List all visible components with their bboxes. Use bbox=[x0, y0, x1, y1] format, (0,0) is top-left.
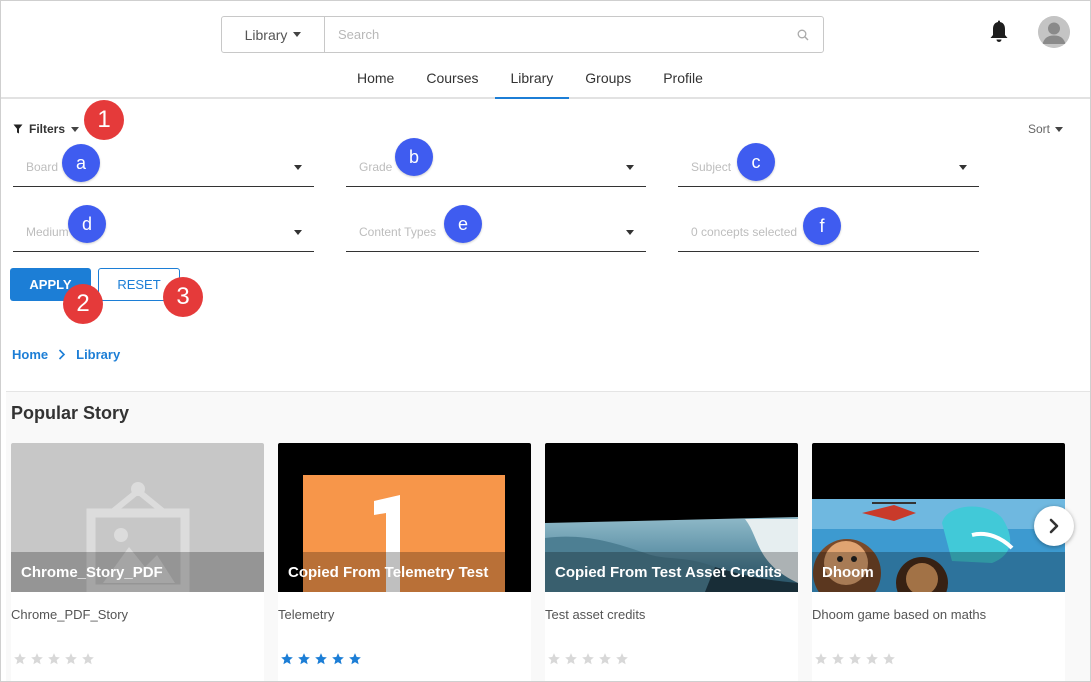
top-header: Library Search Home Courses Library Grou… bbox=[1, 1, 1090, 99]
chevron-down-icon bbox=[71, 126, 80, 132]
user-avatar-icon bbox=[1038, 16, 1070, 48]
card-rating bbox=[547, 652, 629, 666]
star-icon bbox=[582, 653, 594, 665]
subject-placeholder: Subject bbox=[691, 160, 732, 174]
nav-home[interactable]: Home bbox=[341, 61, 410, 99]
annotation-marker-2: 2 bbox=[63, 284, 103, 324]
section-title: Popular Story bbox=[11, 403, 130, 423]
star-icon bbox=[65, 653, 77, 665]
medium-dropdown[interactable]: Medium bbox=[13, 222, 314, 252]
star-icon bbox=[31, 653, 43, 665]
user-avatar[interactable] bbox=[1038, 16, 1070, 48]
search-input[interactable] bbox=[325, 17, 783, 52]
grade-placeholder: Grade bbox=[359, 160, 393, 174]
search-icon bbox=[797, 29, 809, 40]
star-icon bbox=[298, 653, 310, 665]
card-description: Dhoom game based on maths bbox=[812, 607, 987, 622]
sort-label: Sort bbox=[1028, 122, 1051, 136]
content-types-placeholder: Content Types bbox=[359, 225, 437, 239]
annotation-marker-c: c bbox=[737, 143, 775, 181]
chevron-down-icon bbox=[626, 165, 634, 170]
nav-library[interactable]: Library bbox=[494, 61, 570, 99]
chevron-down-icon bbox=[293, 32, 302, 37]
chevron-right-icon bbox=[1049, 518, 1059, 534]
star-icon bbox=[349, 653, 361, 665]
star-icon bbox=[565, 653, 577, 665]
medium-placeholder: Medium bbox=[26, 225, 69, 239]
breadcrumb: Home Library bbox=[12, 347, 120, 362]
nav-groups[interactable]: Groups bbox=[569, 61, 647, 99]
star-icon bbox=[616, 653, 628, 665]
card-rating bbox=[13, 652, 95, 666]
filters-label: Filters bbox=[29, 122, 66, 136]
carousel-next-button[interactable] bbox=[1034, 506, 1074, 546]
subject-dropdown[interactable]: Subject bbox=[678, 157, 979, 187]
card-title: Chrome_Story_PDF bbox=[11, 552, 264, 592]
star-icon bbox=[332, 653, 344, 665]
star-icon bbox=[48, 653, 60, 665]
search-bar: Library bbox=[221, 16, 824, 53]
nav-profile[interactable]: Profile bbox=[647, 61, 719, 99]
breadcrumb-home[interactable]: Home bbox=[12, 347, 48, 362]
chevron-down-icon bbox=[294, 230, 302, 235]
annotation-marker-1: 1 bbox=[84, 100, 124, 140]
star-icon bbox=[82, 653, 94, 665]
annotation-marker-3: 3 bbox=[163, 277, 203, 317]
card-title: Dhoom bbox=[812, 552, 1065, 592]
star-icon bbox=[14, 653, 26, 665]
star-icon bbox=[548, 653, 560, 665]
chevron-right-icon bbox=[59, 349, 66, 360]
card-description: Test asset credits bbox=[545, 607, 646, 622]
main-nav: Home Courses Library Groups Profile bbox=[341, 61, 719, 99]
star-icon bbox=[866, 653, 878, 665]
chevron-down-icon bbox=[959, 165, 967, 170]
annotation-marker-f: f bbox=[803, 207, 841, 245]
breadcrumb-library[interactable]: Library bbox=[76, 347, 120, 362]
star-icon bbox=[832, 653, 844, 665]
search-button[interactable] bbox=[783, 17, 823, 52]
notifications-button[interactable] bbox=[988, 20, 1010, 44]
star-icon bbox=[883, 653, 895, 665]
content-types-dropdown[interactable]: Content Types bbox=[346, 222, 646, 252]
nav-courses[interactable]: Courses bbox=[410, 61, 494, 99]
content-card[interactable]: Copied From Test Asset Credits Test asse… bbox=[545, 443, 798, 681]
chevron-down-icon bbox=[1055, 126, 1064, 132]
star-icon bbox=[281, 653, 293, 665]
search-scope-label: Library bbox=[244, 26, 288, 43]
star-icon bbox=[815, 653, 827, 665]
annotation-marker-d: d bbox=[68, 205, 106, 243]
star-icon bbox=[315, 653, 327, 665]
card-description: Telemetry bbox=[278, 607, 335, 622]
concepts-placeholder: 0 concepts selected bbox=[691, 225, 798, 239]
content-card[interactable]: Copied From Telemetry Test Telemetry bbox=[278, 443, 531, 681]
annotation-marker-a: a bbox=[62, 144, 100, 182]
funnel-icon bbox=[13, 124, 23, 134]
search-scope-dropdown[interactable]: Library bbox=[222, 17, 325, 52]
card-title: Copied From Telemetry Test bbox=[278, 552, 531, 592]
card-description: Chrome_PDF_Story bbox=[11, 607, 129, 622]
board-placeholder: Board bbox=[26, 160, 59, 174]
filters-toggle[interactable]: Filters bbox=[13, 122, 80, 136]
annotation-marker-e: e bbox=[444, 205, 482, 243]
star-icon bbox=[599, 653, 611, 665]
card-title: Copied From Test Asset Credits bbox=[545, 552, 798, 592]
content-card[interactable]: Dhoom Dhoom game based on maths bbox=[812, 443, 1065, 681]
grade-dropdown[interactable]: Grade bbox=[346, 157, 646, 187]
chevron-down-icon bbox=[626, 230, 634, 235]
app-frame: Library Search Home Courses Library Grou… bbox=[0, 0, 1091, 682]
sort-dropdown[interactable]: Sort bbox=[1028, 122, 1064, 136]
annotation-marker-b: b bbox=[395, 138, 433, 176]
card-rating bbox=[814, 652, 896, 666]
content-card[interactable]: Chrome_Story_PDF Chrome_PDF_Story bbox=[11, 443, 264, 681]
chevron-down-icon bbox=[294, 165, 302, 170]
board-dropdown[interactable]: Board bbox=[13, 157, 314, 187]
bell-icon bbox=[990, 20, 1008, 42]
card-rating bbox=[280, 652, 362, 666]
star-icon bbox=[849, 653, 861, 665]
